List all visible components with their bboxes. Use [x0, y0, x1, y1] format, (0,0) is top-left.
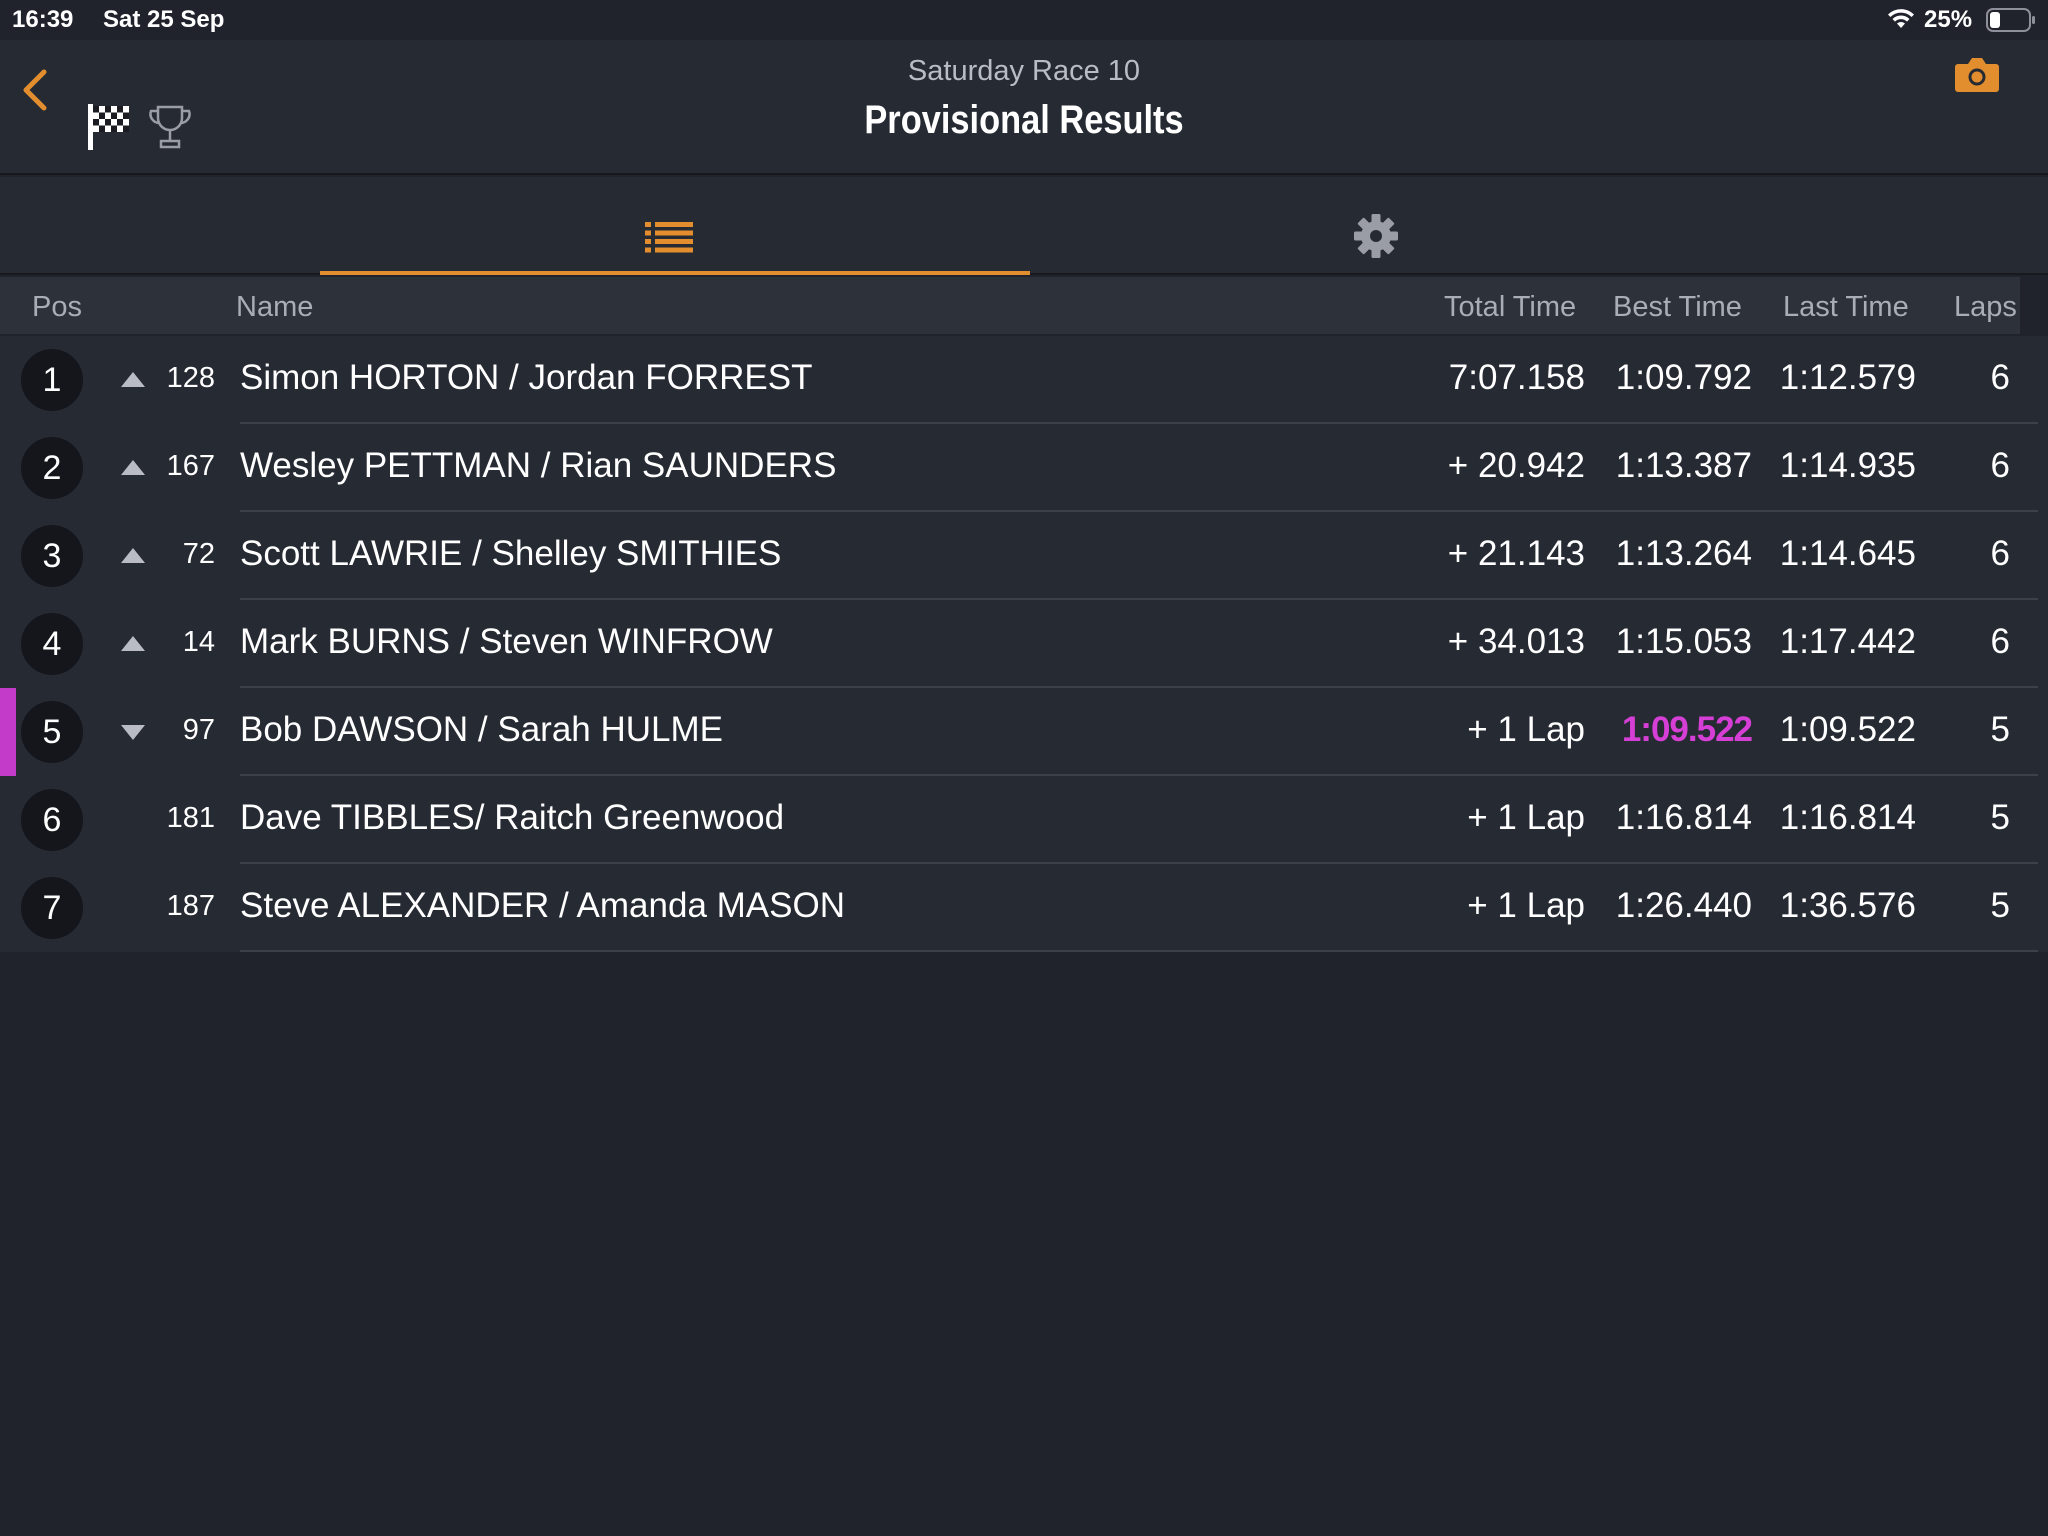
column-header-laps[interactable]: Laps [1954, 291, 2017, 324]
laps-count: 6 [1990, 358, 2010, 397]
last-time: 1:14.935 [1779, 446, 1916, 485]
column-header-total-time[interactable]: Total Time [1444, 291, 1576, 324]
total-time: 7:07.158 [1448, 358, 1585, 397]
table-row[interactable]: 6 181 Dave TIBBLES/ Raitch Greenwood + 1… [0, 776, 2048, 864]
tab-results-list[interactable] [320, 177, 1030, 275]
race-subtitle: Saturday Race 10 [907, 55, 1141, 87]
position-badge: 7 [21, 877, 83, 939]
driver-names: Wesley PETTMAN / Rian SAUNDERS [240, 446, 837, 485]
total-time: + 34.013 [1447, 622, 1585, 661]
header: Saturday Race 10 Provisional Results [0, 40, 2048, 175]
battery-percentage: 25% [1924, 6, 1973, 33]
status-bar: 16:39 Sat 25 Sep 25% [0, 0, 2048, 40]
column-header-pos[interactable]: Pos [32, 291, 82, 324]
laps-count: 6 [1990, 622, 2010, 661]
driver-names: Scott LAWRIE / Shelley SMITHIES [240, 534, 782, 573]
driver-names: Bob DAWSON / Sarah HULME [240, 710, 724, 749]
tab-bar [0, 177, 2048, 275]
car-number: 181 [166, 802, 215, 834]
tab-settings[interactable] [1030, 177, 1720, 275]
total-time: + 21.143 [1447, 534, 1585, 573]
row-divider [240, 950, 2038, 952]
column-header-last-time[interactable]: Last Time [1783, 291, 1909, 324]
driver-names: Mark BURNS / Steven WINFROW [240, 622, 773, 661]
laps-count: 5 [1990, 886, 2010, 925]
header-edge [2020, 277, 2048, 334]
table-row[interactable]: 7 187 Steve ALEXANDER / Amanda MASON + 1… [0, 864, 2048, 952]
fastest-lap-marker [0, 688, 16, 776]
position-badge: 6 [21, 789, 83, 851]
car-number: 72 [182, 538, 215, 570]
battery-icon [1986, 8, 2035, 32]
driver-names: Simon HORTON / Jordan FORREST [240, 358, 813, 397]
car-number: 97 [182, 714, 215, 746]
best-time: 1:09.792 [1615, 358, 1752, 397]
position-badge: 3 [21, 525, 83, 587]
best-time: 1:15.053 [1615, 622, 1752, 661]
laps-count: 6 [1990, 446, 2010, 485]
last-time: 1:17.442 [1779, 622, 1916, 661]
last-time: 1:36.576 [1779, 886, 1916, 925]
tab-selected-indicator [320, 271, 1030, 275]
status-time: 16:39 [12, 6, 74, 33]
last-time: 1:14.645 [1779, 534, 1916, 573]
last-time: 1:12.579 [1779, 358, 1916, 397]
checkered-flag-icon[interactable] [86, 102, 132, 152]
best-time: 1:16.814 [1615, 798, 1752, 837]
driver-names: Dave TIBBLES/ Raitch Greenwood [240, 798, 785, 837]
total-time: + 20.942 [1447, 446, 1585, 485]
best-time: 1:26.440 [1615, 886, 1752, 925]
best-time: 1:13.264 [1615, 534, 1752, 573]
column-header-name[interactable]: Name [236, 291, 313, 324]
laps-count: 5 [1990, 710, 2010, 749]
list-icon [645, 222, 693, 253]
total-time: + 1 Lap [1467, 798, 1585, 837]
last-time: 1:16.814 [1779, 798, 1916, 837]
table-row[interactable]: 3 72 Scott LAWRIE / Shelley SMITHIES + 2… [0, 512, 2048, 600]
page-title: Provisional Results [864, 98, 1184, 142]
position-badge: 4 [21, 613, 83, 675]
status-date: Sat 25 Sep [103, 6, 225, 33]
table-header: Pos Name Total Time Best Time Last Time … [0, 277, 2020, 334]
table-row[interactable]: 5 97 Bob DAWSON / Sarah HULME + 1 Lap 1:… [0, 688, 2048, 776]
table-row[interactable]: 1 128 Simon HORTON / Jordan FORREST 7:07… [0, 336, 2048, 424]
car-number: 167 [166, 450, 215, 482]
results-table: 1 128 Simon HORTON / Jordan FORREST 7:07… [0, 336, 2048, 952]
wifi-icon [1888, 9, 1914, 28]
position-badge: 1 [21, 349, 83, 411]
column-header-best-time[interactable]: Best Time [1613, 291, 1742, 324]
gear-icon [1354, 214, 1398, 258]
car-number: 128 [166, 362, 215, 394]
best-time-fastest: 1:09.522 [1621, 710, 1753, 749]
car-number: 187 [166, 890, 215, 922]
total-time: + 1 Lap [1467, 710, 1585, 749]
total-time: + 1 Lap [1467, 886, 1585, 925]
table-row[interactable]: 2 167 Wesley PETTMAN / Rian SAUNDERS + 2… [0, 424, 2048, 512]
position-badge: 5 [21, 701, 83, 763]
laps-count: 5 [1990, 798, 2010, 837]
position-badge: 2 [21, 437, 83, 499]
last-time: 1:09.522 [1779, 710, 1916, 749]
laps-count: 6 [1990, 534, 2010, 573]
car-number: 14 [182, 626, 215, 658]
camera-icon[interactable] [1954, 54, 2000, 94]
best-time: 1:13.387 [1615, 446, 1752, 485]
driver-names: Steve ALEXANDER / Amanda MASON [240, 886, 845, 925]
table-row[interactable]: 4 14 Mark BURNS / Steven WINFROW + 34.01… [0, 600, 2048, 688]
